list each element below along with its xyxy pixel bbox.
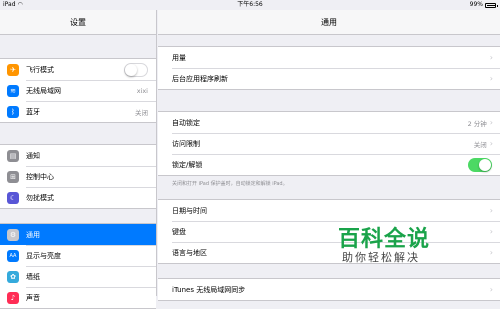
wifi-value: xixi xyxy=(136,86,148,95)
sidebar-group-general: ⚙ 通用 AA 显示与亮度 ✿ 墙纸 ♪ 声音 xyxy=(0,223,156,309)
sidebar-item-label: 墙纸 xyxy=(26,272,40,281)
row-label: iTunes 无线局域网同步 xyxy=(172,285,246,294)
sidebar-item-label: 蓝牙 xyxy=(26,107,40,116)
sidebar-item-label: 飞行模式 xyxy=(26,65,54,74)
control-center-icon: ⊞ xyxy=(7,170,19,183)
sidebar-item-sound[interactable]: ♪ 声音 xyxy=(0,287,156,308)
airplane-toggle[interactable] xyxy=(124,62,148,77)
chevron-right-icon: › xyxy=(489,118,493,127)
auto-lock-row[interactable]: 自动锁定 2 分钟 › xyxy=(158,112,500,133)
lock-unlock-row: 锁定/解锁 xyxy=(158,154,500,175)
moon-icon: ☾ xyxy=(7,191,19,204)
status-time: 下午6:56 xyxy=(237,1,263,8)
sidebar-title: 设置 xyxy=(0,10,156,35)
sidebar-item-label: 通知 xyxy=(26,151,40,160)
row-label: 日期与时间 xyxy=(172,206,207,215)
chevron-right-icon: › xyxy=(489,139,493,148)
chevron-right-icon: › xyxy=(489,206,493,215)
chevron-right-icon: › xyxy=(489,285,493,294)
sidebar-item-wifi[interactable]: ≋ 无线局域网 xixi xyxy=(0,80,156,101)
bluetooth-icon: ᛒ xyxy=(7,105,19,118)
notifications-icon: ▤ xyxy=(7,149,19,162)
wallpaper-icon: ✿ xyxy=(7,270,19,283)
sidebar-group-notifications: ▤ 通知 ⊞ 控制中心 ☾ 勿扰模式 xyxy=(0,144,156,209)
status-bar: iPad ◠ 下午6:56 99% xyxy=(0,0,500,10)
sidebar-item-notifications[interactable]: ▤ 通知 xyxy=(0,145,156,166)
itunes-sync-row[interactable]: iTunes 无线局域网同步 › xyxy=(158,279,500,300)
row-label: 访问限制 xyxy=(172,139,200,148)
sidebar-item-airplane[interactable]: ✈ 飞行模式 xyxy=(0,59,156,80)
sidebar-item-display[interactable]: AA 显示与亮度 xyxy=(0,245,156,266)
sidebar-item-label: 无线局域网 xyxy=(26,86,61,95)
gear-icon: ⚙ xyxy=(7,228,19,241)
sidebar-item-wallpaper[interactable]: ✿ 墙纸 xyxy=(0,266,156,287)
display-icon: AA xyxy=(7,249,19,262)
sidebar-item-bluetooth[interactable]: ᛒ 蓝牙 关闭 xyxy=(0,101,156,122)
sidebar-item-control-center[interactable]: ⊞ 控制中心 xyxy=(0,166,156,187)
background-refresh-row[interactable]: 后台应用程序刷新 › xyxy=(158,68,500,89)
airplane-icon: ✈ xyxy=(7,63,19,76)
status-battery: 99% xyxy=(469,0,498,10)
lock-footnote: 关闭和打开 iPad 保护盖时，自动锁定和解锁 iPad。 xyxy=(172,181,288,187)
sidebar-item-label: 控制中心 xyxy=(26,172,54,181)
detail-group-lock: 自动锁定 2 分钟 › 访问限制 关闭 › 锁定/解锁 xyxy=(158,111,500,176)
detail-group-itunes: iTunes 无线局域网同步 › xyxy=(158,278,500,301)
sidebar-item-label: 通用 xyxy=(26,230,40,239)
row-label: 用量 xyxy=(172,53,186,62)
settings-sidebar: 设置 ✈ 飞行模式 ≋ 无线局域网 xixi ᛒ 蓝牙 关闭 ▤ 通知 ⊞ 控制… xyxy=(0,10,157,309)
sidebar-item-label: 声音 xyxy=(26,293,40,302)
toggle-knob xyxy=(479,158,491,171)
restrictions-value: 关闭 xyxy=(473,140,487,149)
battery-fill xyxy=(487,4,495,6)
sidebar-item-label: 勿扰模式 xyxy=(26,193,54,202)
sidebar-item-label: 显示与亮度 xyxy=(26,251,61,260)
sound-icon: ♪ xyxy=(7,291,19,304)
battery-icon xyxy=(485,2,498,8)
sidebar-item-do-not-disturb[interactable]: ☾ 勿扰模式 xyxy=(0,187,156,208)
lock-unlock-toggle[interactable] xyxy=(468,157,492,172)
sidebar-item-general[interactable]: ⚙ 通用 xyxy=(0,224,156,245)
row-label: 锁定/解锁 xyxy=(172,160,203,169)
sidebar-group-connectivity: ✈ 飞行模式 ≋ 无线局域网 xixi ᛒ 蓝牙 关闭 xyxy=(0,58,156,123)
restrictions-row[interactable]: 访问限制 关闭 › xyxy=(158,133,500,154)
row-label: 自动锁定 xyxy=(172,118,200,127)
chevron-right-icon: › xyxy=(489,53,493,62)
row-label: 后台应用程序刷新 xyxy=(172,74,228,83)
watermark-subtitle: 助你轻松解决 xyxy=(342,251,420,264)
toggle-knob xyxy=(125,63,137,76)
date-time-row[interactable]: 日期与时间 › xyxy=(158,200,500,221)
detail-title: 通用 xyxy=(158,10,500,35)
battery-percent: 99% xyxy=(469,1,483,8)
bluetooth-value: 关闭 xyxy=(135,108,148,117)
chevron-right-icon: › xyxy=(489,74,493,83)
wifi-icon: ≋ xyxy=(7,84,19,97)
detail-group-usage: 用量 › 后台应用程序刷新 › xyxy=(158,46,500,90)
usage-row[interactable]: 用量 › xyxy=(158,47,500,68)
watermark-logo: 百科全说 助你轻松解决 xyxy=(336,221,496,267)
auto-lock-value: 2 分钟 xyxy=(467,119,487,128)
